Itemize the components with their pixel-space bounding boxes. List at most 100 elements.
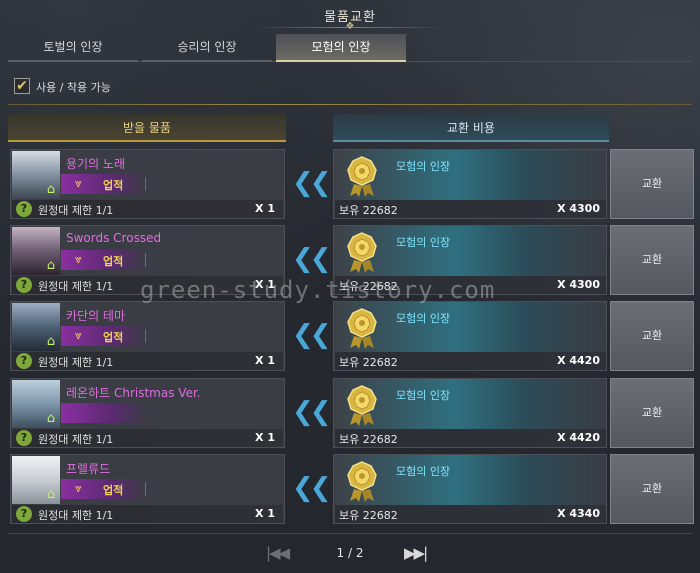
reward-item-card[interactable]: ⌂ 카단의 테마 ⩔ 업적 ? 원정대 제한 1/1 X 1 — [10, 301, 285, 371]
exchange-button[interactable]: 교환 — [610, 149, 694, 219]
item-thumbnail: ⌂ — [12, 303, 60, 351]
cost-currency-name: 모험의 인장 — [396, 312, 451, 325]
reward-quantity: X 1 — [255, 354, 275, 367]
item-name: Swords Crossed — [66, 231, 162, 245]
exchange-row: ⌂ Swords Crossed ⩔ 업적 ? 원정대 제한 1/1 X 1 ❮… — [0, 225, 700, 297]
reward-quantity: X 1 — [255, 202, 275, 215]
owned-amount: 보유 22682 — [339, 356, 398, 369]
exchange-arrow-icon: ❮❮ — [292, 244, 332, 274]
limit-text: 원정대 제한 1/1 — [38, 509, 114, 522]
cost-quantity: X 4300 — [557, 202, 600, 215]
achievement-badge: ⩔ 업적 — [61, 479, 147, 499]
reward-item-card[interactable]: ⌂ 용기의 노래 ⩔ 업적 ? 원정대 제한 1/1 X 1 — [10, 149, 285, 219]
badge-separator — [145, 177, 146, 191]
achievement-chevron-icon: ⩔ — [75, 328, 82, 342]
limit-bar: ? 원정대 제한 1/1 X 1 — [12, 200, 283, 218]
cost-item-card[interactable]: 모험의 인장 보유 22682 X 4420 — [333, 301, 607, 371]
cost-quantity: X 4300 — [557, 278, 600, 291]
cost-currency-name: 모험의 인장 — [396, 236, 451, 249]
first-page-icon[interactable]: |◀◀ — [266, 544, 290, 562]
cost-currency-name: 모험의 인장 — [396, 160, 451, 173]
help-icon[interactable]: ? — [16, 201, 32, 217]
cost-info-bar: 보유 22682 X 4300 — [335, 200, 606, 218]
cost-info-bar: 보유 22682 X 4300 — [335, 276, 606, 294]
medal-icon — [347, 156, 377, 197]
reward-item-card[interactable]: ⌂ 레온하트 Christmas Ver. ? 원정대 제한 1/1 X 1 — [10, 378, 285, 448]
help-icon[interactable]: ? — [16, 506, 32, 522]
help-icon[interactable]: ? — [16, 277, 32, 293]
reward-quantity: X 1 — [255, 278, 275, 291]
limit-text: 원정대 제한 1/1 — [38, 356, 114, 369]
limit-bar: ? 원정대 제한 1/1 X 1 — [12, 505, 283, 523]
cost-info-bar: 보유 22682 X 4340 — [335, 505, 606, 523]
item-name: 프렐류드 — [66, 462, 111, 476]
exchange-arrow-icon: ❮❮ — [292, 473, 332, 503]
achievement-label: 업적 — [103, 179, 124, 192]
cost-item-card[interactable]: 모험의 인장 보유 22682 X 4300 — [333, 225, 607, 295]
limit-bar: ? 원정대 제한 1/1 X 1 — [12, 429, 283, 447]
exchange-row: ⌂ 용기의 노래 ⩔ 업적 ? 원정대 제한 1/1 X 1 ❮❮ 모험의 인장… — [0, 149, 700, 221]
reward-item-card[interactable]: ⌂ Swords Crossed ⩔ 업적 ? 원정대 제한 1/1 X 1 — [10, 225, 285, 295]
owned-amount: 보유 22682 — [339, 204, 398, 217]
exchange-button[interactable]: 교환 — [610, 225, 694, 295]
exchange-button[interactable]: 교환 — [610, 378, 694, 448]
cost-currency-name: 모험의 인장 — [396, 389, 451, 402]
receive-column-header: 받을 물품 — [8, 114, 286, 142]
house-icon: ⌂ — [46, 182, 56, 197]
achievement-label: 업적 — [103, 484, 124, 497]
house-icon: ⌂ — [46, 258, 56, 273]
tab-subjugation[interactable]: 토벌의 인장 — [8, 34, 138, 62]
exchange-arrow-icon: ❮❮ — [292, 320, 332, 350]
help-icon[interactable]: ? — [16, 353, 32, 369]
divider — [8, 104, 692, 105]
item-thumbnail: ⌂ — [12, 151, 60, 199]
achievement-chevron-icon: ⩔ — [75, 481, 82, 495]
reward-quantity: X 1 — [255, 431, 275, 444]
medal-icon — [347, 385, 377, 426]
cost-column-header: 교환 비용 — [333, 114, 609, 142]
achievement-chevron-icon: ⩔ — [75, 176, 82, 190]
cost-quantity: X 4340 — [557, 507, 600, 520]
medal-icon — [347, 461, 377, 502]
title-ornament-icon: ❖ — [345, 21, 355, 32]
usable-checkbox[interactable]: ✔ — [14, 78, 30, 94]
reward-quantity: X 1 — [255, 507, 275, 520]
medal-icon — [347, 232, 377, 273]
exchange-button[interactable]: 교환 — [610, 301, 694, 371]
cost-quantity: X 4420 — [557, 431, 600, 444]
achievement-chevron-icon: ⩔ — [75, 252, 82, 266]
limit-bar: ? 원정대 제한 1/1 X 1 — [12, 352, 283, 370]
help-icon[interactable]: ? — [16, 430, 32, 446]
medal-icon — [347, 308, 377, 349]
achievement-badge: ⩔ 업적 — [61, 326, 147, 346]
pager-divider — [8, 533, 692, 534]
badge-separator — [145, 329, 146, 343]
owned-amount: 보유 22682 — [339, 433, 398, 446]
reward-item-card[interactable]: ⌂ 프렐류드 ⩔ 업적 ? 원정대 제한 1/1 X 1 — [10, 454, 285, 524]
achievement-badge: ⩔ 업적 — [61, 250, 147, 270]
tab-adventure[interactable]: 모험의 인장 — [276, 34, 406, 62]
cost-quantity: X 4420 — [557, 354, 600, 367]
exchange-row: ⌂ 카단의 테마 ⩔ 업적 ? 원정대 제한 1/1 X 1 ❮❮ 모험의 인장… — [0, 301, 700, 373]
cost-info-bar: 보유 22682 X 4420 — [335, 429, 606, 447]
house-icon: ⌂ — [46, 334, 56, 349]
limit-bar: ? 원정대 제한 1/1 X 1 — [12, 276, 283, 294]
cost-item-card[interactable]: 모험의 인장 보유 22682 X 4300 — [333, 149, 607, 219]
cost-item-card[interactable]: 모험의 인장 보유 22682 X 4340 — [333, 454, 607, 524]
house-icon: ⌂ — [46, 411, 56, 426]
limit-text: 원정대 제한 1/1 — [38, 204, 114, 217]
limit-text: 원정대 제한 1/1 — [38, 433, 114, 446]
usable-checkbox-label: 사용 / 착용 가능 — [36, 81, 111, 94]
last-page-icon[interactable]: ▶▶| — [404, 544, 428, 562]
item-thumbnail: ⌂ — [12, 380, 60, 428]
house-icon: ⌂ — [46, 487, 56, 502]
owned-amount: 보유 22682 — [339, 509, 398, 522]
item-thumbnail: ⌂ — [12, 456, 60, 504]
cost-item-card[interactable]: 모험의 인장 보유 22682 X 4420 — [333, 378, 607, 448]
badge-separator — [145, 482, 146, 496]
tab-victory[interactable]: 승리의 인장 — [142, 34, 272, 62]
item-name: 카단의 테마 — [66, 309, 126, 323]
exchange-button[interactable]: 교환 — [610, 454, 694, 524]
pagination: |◀◀ 1 / 2 ▶▶| — [0, 540, 700, 568]
achievement-badge — [61, 403, 147, 423]
